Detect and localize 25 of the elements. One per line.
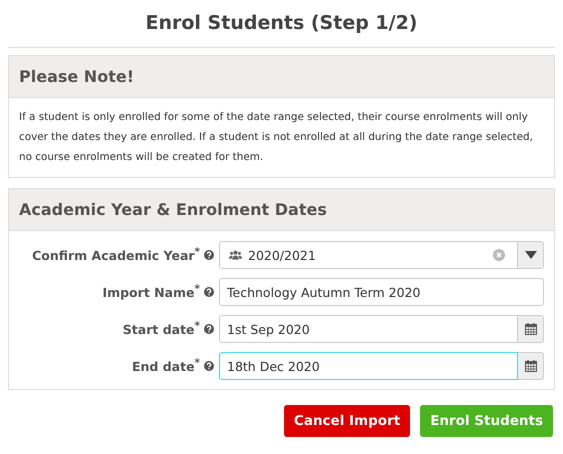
- note-text: If a student is only enrolled for some of the date range selected, their course enrolments will only cover the dates they are enrolled. If a student is not enrolled at all during the date range selected, no course enrolments will be created for them.: [19, 110, 534, 165]
- select-value: 2020/2021: [248, 248, 317, 262]
- panel-heading: Academic Year & Enrolment Dates: [19, 200, 327, 219]
- input-field[interactable]: 1st Sep 2020: [219, 315, 518, 343]
- calendar-button[interactable]: [518, 315, 544, 343]
- dialog-title: Enrol Students (Step 1/2): [144, 11, 418, 36]
- field-label: End date$^{*}$: [132, 357, 200, 375]
- dropdown-toggle[interactable]: [517, 242, 543, 268]
- help-icon[interactable]: [204, 250, 214, 260]
- help-icon[interactable]: [204, 287, 214, 297]
- field-label: Confirm Academic Year$^{*}$: [32, 246, 200, 264]
- input-field[interactable]: 18th Dec 2020: [219, 352, 518, 380]
- users-icon: [229, 250, 242, 260]
- action-button[interactable]: Cancel Import: [284, 405, 410, 437]
- calendar-icon: [524, 323, 536, 335]
- field-label: Import Name$^{*}$: [102, 283, 200, 301]
- input-field[interactable]: Technology Autumn Term 2020: [219, 278, 544, 306]
- panel-heading: Please Note!: [19, 67, 134, 86]
- calendar-button[interactable]: [518, 352, 544, 380]
- help-icon[interactable]: [204, 324, 214, 334]
- calendar-icon: [524, 360, 536, 372]
- field-label: Start date$^{*}$: [122, 320, 200, 338]
- caret-icon: [524, 251, 536, 259]
- help-icon[interactable]: [204, 361, 214, 371]
- year-select[interactable]: 2020/2021: [219, 241, 544, 269]
